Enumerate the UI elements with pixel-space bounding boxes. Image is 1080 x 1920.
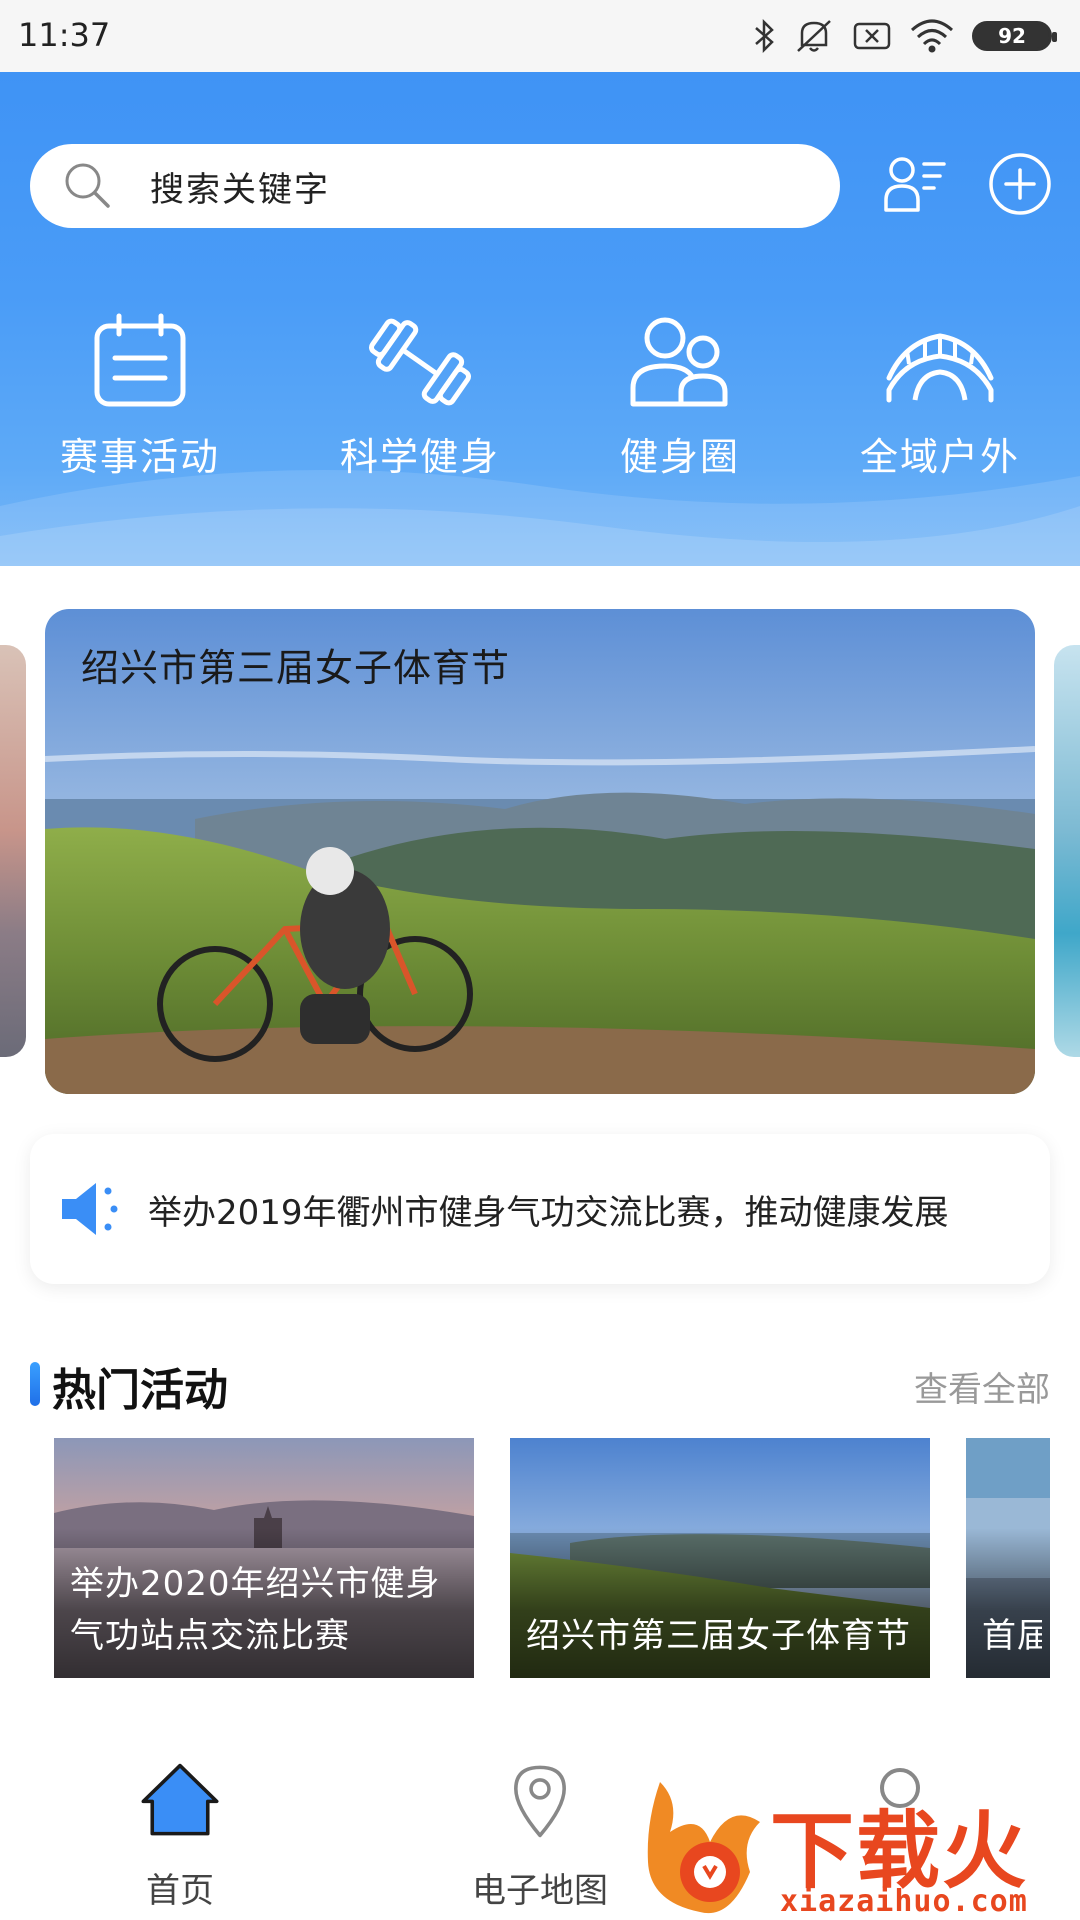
search-input[interactable]: 搜索关键字 bbox=[30, 144, 840, 228]
activity-card[interactable]: 举办2020年绍兴市健身气功站点交流比赛 bbox=[54, 1438, 474, 1678]
quick-nav: 赛事活动 科学健身 健身圈 全域户外 bbox=[0, 312, 1080, 492]
nav-label: 健身圈 bbox=[619, 435, 740, 479]
section-title: 热门活动 bbox=[52, 1365, 228, 1416]
notice-bar[interactable]: 举办2019年衢州市健身气功交流比赛，推动健康发展 bbox=[30, 1134, 1050, 1284]
activity-title: 绍兴市第三届女子体育节 bbox=[526, 1616, 911, 1656]
wifi-icon bbox=[910, 19, 954, 53]
section-accent-bar bbox=[30, 1362, 40, 1406]
tab-label: 首页 bbox=[146, 1871, 214, 1911]
view-all-link[interactable]: 查看全部 bbox=[914, 1362, 1050, 1411]
activity-card[interactable]: 首届会杯 bbox=[966, 1438, 1050, 1678]
header: 搜索关键字 赛事活动 科学健身 健身圈 全域户外 bbox=[0, 72, 1080, 566]
banner-title: 绍兴市第三届女子体育节 bbox=[81, 646, 511, 690]
banner-next-peek[interactable] bbox=[1054, 645, 1080, 1057]
nav-label: 全域户外 bbox=[859, 435, 1020, 479]
users-icon bbox=[630, 317, 728, 407]
activity-card[interactable]: 绍兴市第三届女子体育节 bbox=[510, 1438, 930, 1678]
nav-item-outdoor[interactable]: 全域户外 bbox=[830, 312, 1050, 492]
watermark-url: xiazaihuo.com bbox=[780, 1884, 1028, 1919]
status-icons: 92 bbox=[752, 14, 1057, 58]
nav-item-events[interactable]: 赛事活动 bbox=[30, 312, 250, 492]
home-icon bbox=[141, 1763, 219, 1836]
add-circle-icon[interactable] bbox=[986, 150, 1054, 218]
mute-icon bbox=[797, 20, 831, 52]
hot-activities-header: 热门活动 查看全部 bbox=[30, 1350, 1050, 1416]
watermark-logo: 下载火 xiazaihuo.com bbox=[640, 1772, 1080, 1920]
status-time: 11:37 bbox=[18, 16, 111, 54]
nav-label: 科学健身 bbox=[339, 435, 500, 479]
nav-item-fitness-circle[interactable]: 健身圈 bbox=[570, 312, 790, 492]
user-list-icon[interactable] bbox=[880, 150, 948, 218]
calendar-icon bbox=[94, 313, 186, 407]
bridge-icon bbox=[886, 333, 994, 403]
sim-error-icon bbox=[853, 22, 891, 50]
dumbbell-icon bbox=[369, 318, 471, 406]
banner-prev-peek[interactable] bbox=[0, 645, 26, 1057]
nav-item-fitness[interactable]: 科学健身 bbox=[310, 312, 530, 492]
battery-icon: 92 bbox=[972, 21, 1057, 51]
flame-logo-icon bbox=[647, 1782, 760, 1914]
tab-label: 电子地图 bbox=[472, 1871, 608, 1911]
search-icon bbox=[65, 163, 110, 208]
nav-label: 赛事活动 bbox=[59, 435, 220, 479]
banner-carousel[interactable]: 绍兴市第三届女子体育节 bbox=[45, 609, 1035, 1094]
notice-text: 举办2019年衢州市健身气功交流比赛，推动健康发展 bbox=[148, 1192, 949, 1233]
bluetooth-icon bbox=[755, 18, 774, 54]
tab-map[interactable]: 电子地图 bbox=[440, 1762, 640, 1912]
activity-title: 举办2020年绍兴市健身气功站点交流比赛 bbox=[70, 1564, 441, 1656]
search-placeholder: 搜索关键字 bbox=[150, 169, 330, 210]
speaker-icon bbox=[62, 1183, 118, 1235]
tab-home[interactable]: 首页 bbox=[80, 1762, 280, 1912]
activity-list: 举办2020年绍兴市健身气功站点交流比赛 绍兴市第三届女子体育节 首届 bbox=[0, 1438, 1080, 1682]
status-bar: 11:37 92 bbox=[0, 0, 1080, 72]
location-pin-icon bbox=[514, 1765, 566, 1838]
activity-title: 首届会杯 bbox=[982, 1616, 1042, 1656]
